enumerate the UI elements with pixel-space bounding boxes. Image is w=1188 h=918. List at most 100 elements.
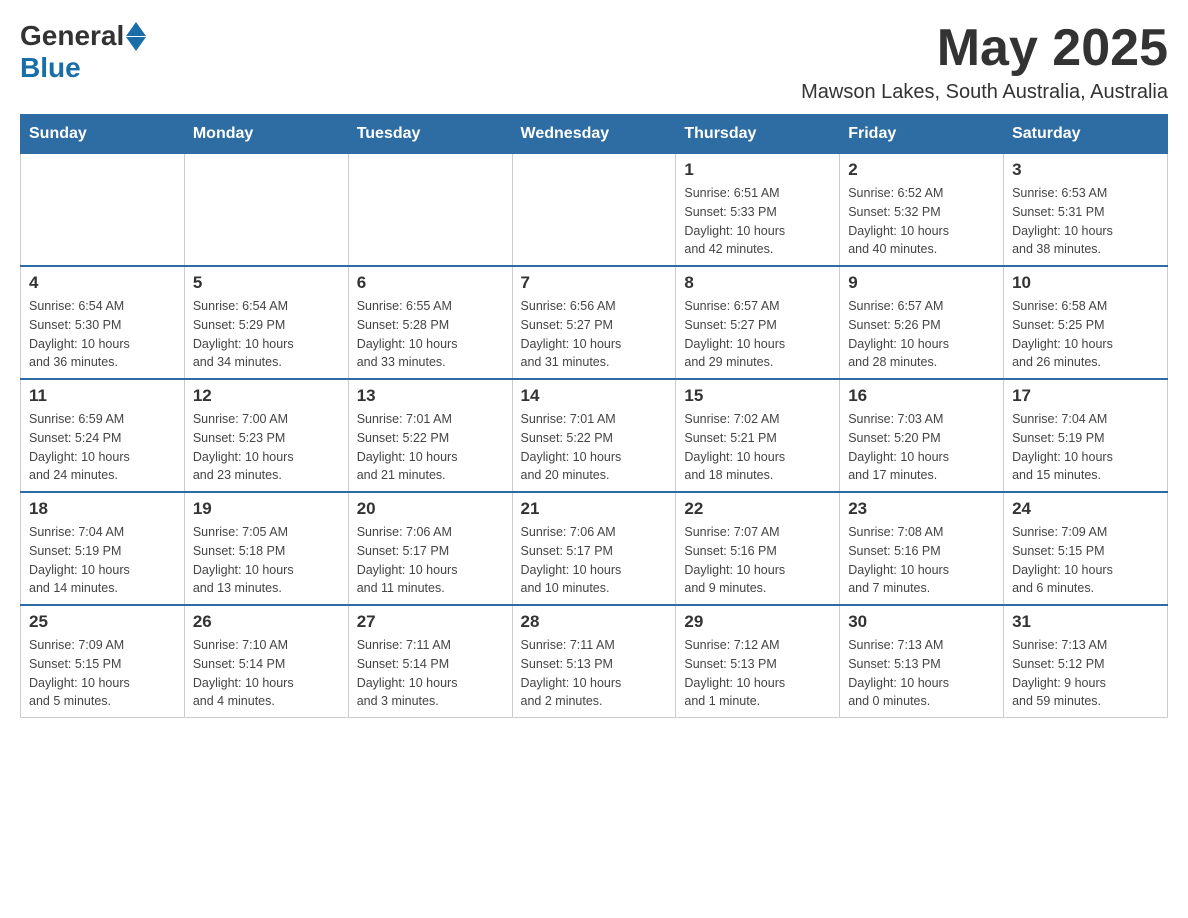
calendar-week-2: 4 Sunrise: 6:54 AMSunset: 5:30 PMDaylight… [21,266,1168,379]
weekday-header-row: SundayMondayTuesdayWednesdayThursdayFrid… [21,115,1168,154]
day-info: Sunrise: 6:54 AMSunset: 5:29 PMDaylight:… [193,297,340,372]
day-number: 9 [848,273,995,293]
day-number: 18 [29,499,176,519]
calendar-cell: 8 Sunrise: 6:57 AMSunset: 5:27 PMDaylight… [676,266,840,379]
calendar-cell: 11 Sunrise: 6:59 AMSunset: 5:24 PMDayligh… [21,379,185,492]
day-number: 4 [29,273,176,293]
calendar-cell: 27 Sunrise: 7:11 AMSunset: 5:14 PMDayligh… [348,605,512,718]
day-number: 31 [1012,612,1159,632]
day-number: 16 [848,386,995,406]
day-number: 14 [521,386,668,406]
day-number: 2 [848,160,995,180]
calendar-cell: 4 Sunrise: 6:54 AMSunset: 5:30 PMDaylight… [21,266,185,379]
day-info: Sunrise: 7:10 AMSunset: 5:14 PMDaylight:… [193,636,340,711]
day-number: 10 [1012,273,1159,293]
calendar-cell: 13Sunrise: 7:01 AMSunset: 5:22 PMDayligh… [348,379,512,492]
calendar-cell [512,154,676,267]
day-number: 25 [29,612,176,632]
day-number: 24 [1012,499,1159,519]
calendar-cell: 20Sunrise: 7:06 AMSunset: 5:17 PMDayligh… [348,492,512,605]
calendar-week-1: 1 Sunrise: 6:51 AMSunset: 5:33 PMDaylight… [21,154,1168,267]
weekday-header-friday: Friday [840,115,1004,154]
page-header: General Blue May 2025 Mawson Lakes, Sout… [20,20,1168,104]
day-number: 23 [848,499,995,519]
location: Mawson Lakes, South Australia, Australia [801,81,1168,104]
day-number: 26 [193,612,340,632]
calendar-cell: 31 Sunrise: 7:13 AMSunset: 5:12 PMDayligh… [1004,605,1168,718]
calendar-cell: 6Sunrise: 6:55 AMSunset: 5:28 PMDaylight… [348,266,512,379]
day-number: 8 [684,273,831,293]
day-info: Sunrise: 7:06 AMSunset: 5:17 PMDaylight:… [521,523,668,598]
day-info: Sunrise: 6:57 AMSunset: 5:27 PMDaylight:… [684,297,831,372]
day-info: Sunrise: 6:59 AMSunset: 5:24 PMDaylight:… [29,410,176,485]
day-number: 19 [193,499,340,519]
calendar-cell: 2 Sunrise: 6:52 AMSunset: 5:32 PMDaylight… [840,154,1004,267]
calendar-cell: 25 Sunrise: 7:09 AMSunset: 5:15 PMDayligh… [21,605,185,718]
weekday-header-monday: Monday [184,115,348,154]
weekday-header-wednesday: Wednesday [512,115,676,154]
calendar-cell: 24 Sunrise: 7:09 AMSunset: 5:15 PMDayligh… [1004,492,1168,605]
day-info: Sunrise: 7:02 AMSunset: 5:21 PMDaylight:… [684,410,831,485]
day-info: Sunrise: 6:57 AMSunset: 5:26 PMDaylight:… [848,297,995,372]
calendar-cell: 22 Sunrise: 7:07 AMSunset: 5:16 PMDayligh… [676,492,840,605]
month-year: May 2025 [801,20,1168,77]
day-info: Sunrise: 7:03 AMSunset: 5:20 PMDaylight:… [848,410,995,485]
calendar-cell: 26 Sunrise: 7:10 AMSunset: 5:14 PMDayligh… [184,605,348,718]
day-number: 12 [193,386,340,406]
day-info: Sunrise: 7:13 AMSunset: 5:12 PMDaylight:… [1012,636,1159,711]
calendar-cell: 16 Sunrise: 7:03 AMSunset: 5:20 PMDayligh… [840,379,1004,492]
day-info: Sunrise: 6:55 AMSunset: 5:28 PMDaylight:… [357,297,504,372]
calendar-week-5: 25 Sunrise: 7:09 AMSunset: 5:15 PMDayligh… [21,605,1168,718]
calendar-cell: 17 Sunrise: 7:04 AMSunset: 5:19 PMDayligh… [1004,379,1168,492]
day-number: 15 [684,386,831,406]
logo: General Blue [20,20,146,84]
calendar-cell: 15 Sunrise: 7:02 AMSunset: 5:21 PMDayligh… [676,379,840,492]
day-number: 13 [357,386,504,406]
weekday-header-thursday: Thursday [676,115,840,154]
day-info: Sunrise: 7:12 AMSunset: 5:13 PMDaylight:… [684,636,831,711]
day-info: Sunrise: 6:56 AMSunset: 5:27 PMDaylight:… [521,297,668,372]
calendar-cell: 18 Sunrise: 7:04 AMSunset: 5:19 PMDayligh… [21,492,185,605]
calendar-cell: 12 Sunrise: 7:00 AMSunset: 5:23 PMDayligh… [184,379,348,492]
day-number: 1 [684,160,831,180]
day-info: Sunrise: 7:01 AMSunset: 5:22 PMDaylight:… [521,410,668,485]
day-info: Sunrise: 7:07 AMSunset: 5:16 PMDaylight:… [684,523,831,598]
day-info: Sunrise: 7:11 AMSunset: 5:14 PMDaylight:… [357,636,504,711]
weekday-header-sunday: Sunday [21,115,185,154]
day-number: 17 [1012,386,1159,406]
calendar-week-4: 18 Sunrise: 7:04 AMSunset: 5:19 PMDayligh… [21,492,1168,605]
calendar-cell: 14 Sunrise: 7:01 AMSunset: 5:22 PMDayligh… [512,379,676,492]
title-section: May 2025 Mawson Lakes, South Australia, … [801,20,1168,104]
weekday-header-saturday: Saturday [1004,115,1168,154]
day-info: Sunrise: 7:13 AMSunset: 5:13 PMDaylight:… [848,636,995,711]
day-number: 22 [684,499,831,519]
day-number: 29 [684,612,831,632]
day-number: 21 [521,499,668,519]
calendar-cell: 7 Sunrise: 6:56 AMSunset: 5:27 PMDaylight… [512,266,676,379]
calendar-cell: 9 Sunrise: 6:57 AMSunset: 5:26 PMDaylight… [840,266,1004,379]
day-info: Sunrise: 6:54 AMSunset: 5:30 PMDaylight:… [29,297,176,372]
calendar-cell [348,154,512,267]
calendar-cell: 10Sunrise: 6:58 AMSunset: 5:25 PMDayligh… [1004,266,1168,379]
day-number: 11 [29,386,176,406]
day-info: Sunrise: 7:04 AMSunset: 5:19 PMDaylight:… [29,523,176,598]
day-info: Sunrise: 6:51 AMSunset: 5:33 PMDaylight:… [684,184,831,259]
day-info: Sunrise: 7:00 AMSunset: 5:23 PMDaylight:… [193,410,340,485]
day-number: 27 [357,612,504,632]
weekday-header-tuesday: Tuesday [348,115,512,154]
day-info: Sunrise: 7:08 AMSunset: 5:16 PMDaylight:… [848,523,995,598]
day-info: Sunrise: 7:04 AMSunset: 5:19 PMDaylight:… [1012,410,1159,485]
calendar-cell: 5Sunrise: 6:54 AMSunset: 5:29 PMDaylight… [184,266,348,379]
day-info: Sunrise: 7:09 AMSunset: 5:15 PMDaylight:… [1012,523,1159,598]
calendar-cell: 30Sunrise: 7:13 AMSunset: 5:13 PMDayligh… [840,605,1004,718]
day-info: Sunrise: 7:11 AMSunset: 5:13 PMDaylight:… [521,636,668,711]
day-info: Sunrise: 6:52 AMSunset: 5:32 PMDaylight:… [848,184,995,259]
calendar-cell [21,154,185,267]
day-number: 20 [357,499,504,519]
calendar-cell: 21 Sunrise: 7:06 AMSunset: 5:17 PMDayligh… [512,492,676,605]
calendar-cell: 23 Sunrise: 7:08 AMSunset: 5:16 PMDayligh… [840,492,1004,605]
calendar-cell: 19Sunrise: 7:05 AMSunset: 5:18 PMDayligh… [184,492,348,605]
day-info: Sunrise: 7:09 AMSunset: 5:15 PMDaylight:… [29,636,176,711]
calendar-cell: 1 Sunrise: 6:51 AMSunset: 5:33 PMDaylight… [676,154,840,267]
day-number: 7 [521,273,668,293]
